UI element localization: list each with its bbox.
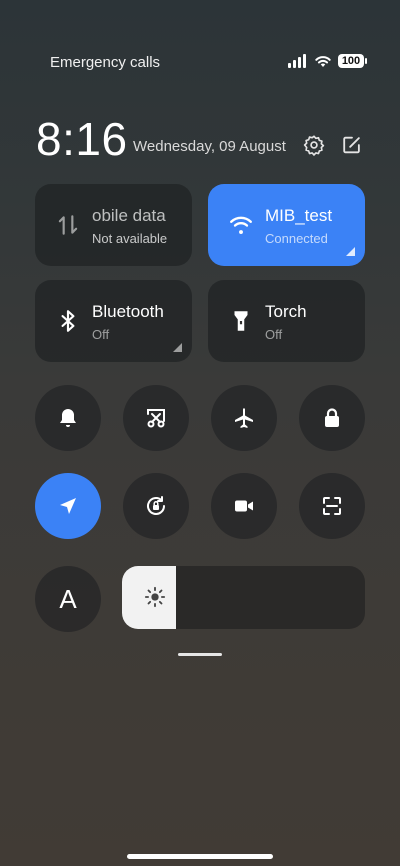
scanner-icon (323, 497, 341, 515)
data-arrows-icon (58, 215, 78, 235)
airplane-icon (235, 408, 253, 428)
bluetooth-status: Off (92, 327, 110, 342)
torch-label: Torch (265, 302, 307, 321)
auto-brightness-toggle[interactable]: A (35, 566, 101, 632)
rotation-lock-icon (147, 496, 165, 515)
rotation-lock-toggle[interactable] (123, 473, 189, 539)
location-icon (60, 498, 76, 514)
torch-tile[interactable]: Torch Off (208, 280, 365, 362)
screenshot-toggle[interactable] (123, 385, 189, 451)
scanner-toggle[interactable] (299, 473, 365, 539)
lock-screen-toggle[interactable] (299, 385, 365, 451)
date: Wednesday, 09 August (133, 138, 286, 155)
wifi-icon (230, 216, 252, 234)
bluetooth-label: Bluetooth (92, 302, 164, 321)
panel-handle[interactable] (178, 653, 222, 656)
home-indicator[interactable] (127, 854, 273, 859)
torch-icon (234, 311, 248, 331)
airplane-toggle[interactable] (211, 385, 277, 451)
gear-icon[interactable] (303, 134, 325, 156)
silent-toggle[interactable] (35, 385, 101, 451)
edit-icon[interactable] (341, 134, 363, 156)
status-icons: 100 (288, 54, 367, 68)
screenshot-icon (147, 409, 165, 428)
status-text: Emergency calls (50, 54, 161, 71)
bluetooth-tile[interactable]: Bluetooth Off (35, 280, 192, 362)
mobile-data-status: Not available (92, 231, 168, 246)
auto-brightness-letter: A (59, 583, 77, 614)
wifi-label: MIB_test (265, 206, 333, 225)
battery-indicator: 100 (338, 54, 367, 68)
brightness-slider[interactable] (122, 566, 365, 629)
lock-icon (325, 408, 339, 427)
expand-corner (346, 247, 355, 256)
mobile-data-tile[interactable]: obile data Not available (35, 184, 192, 266)
sun-icon (144, 586, 166, 608)
torch-status: Off (265, 327, 283, 342)
signal-icon (288, 54, 306, 68)
expand-corner (173, 343, 182, 352)
wifi-tile[interactable]: MIB_test Connected (208, 184, 365, 266)
bluetooth-icon (61, 310, 75, 332)
clock: 8:16 (36, 113, 128, 165)
location-toggle[interactable] (35, 473, 101, 539)
mobile-data-label: obile data (92, 206, 166, 225)
wifi-status-icon (315, 56, 331, 67)
video-icon (235, 500, 253, 512)
bell-icon (60, 409, 76, 427)
wifi-status: Connected (265, 231, 328, 246)
screen-record-toggle[interactable] (211, 473, 277, 539)
